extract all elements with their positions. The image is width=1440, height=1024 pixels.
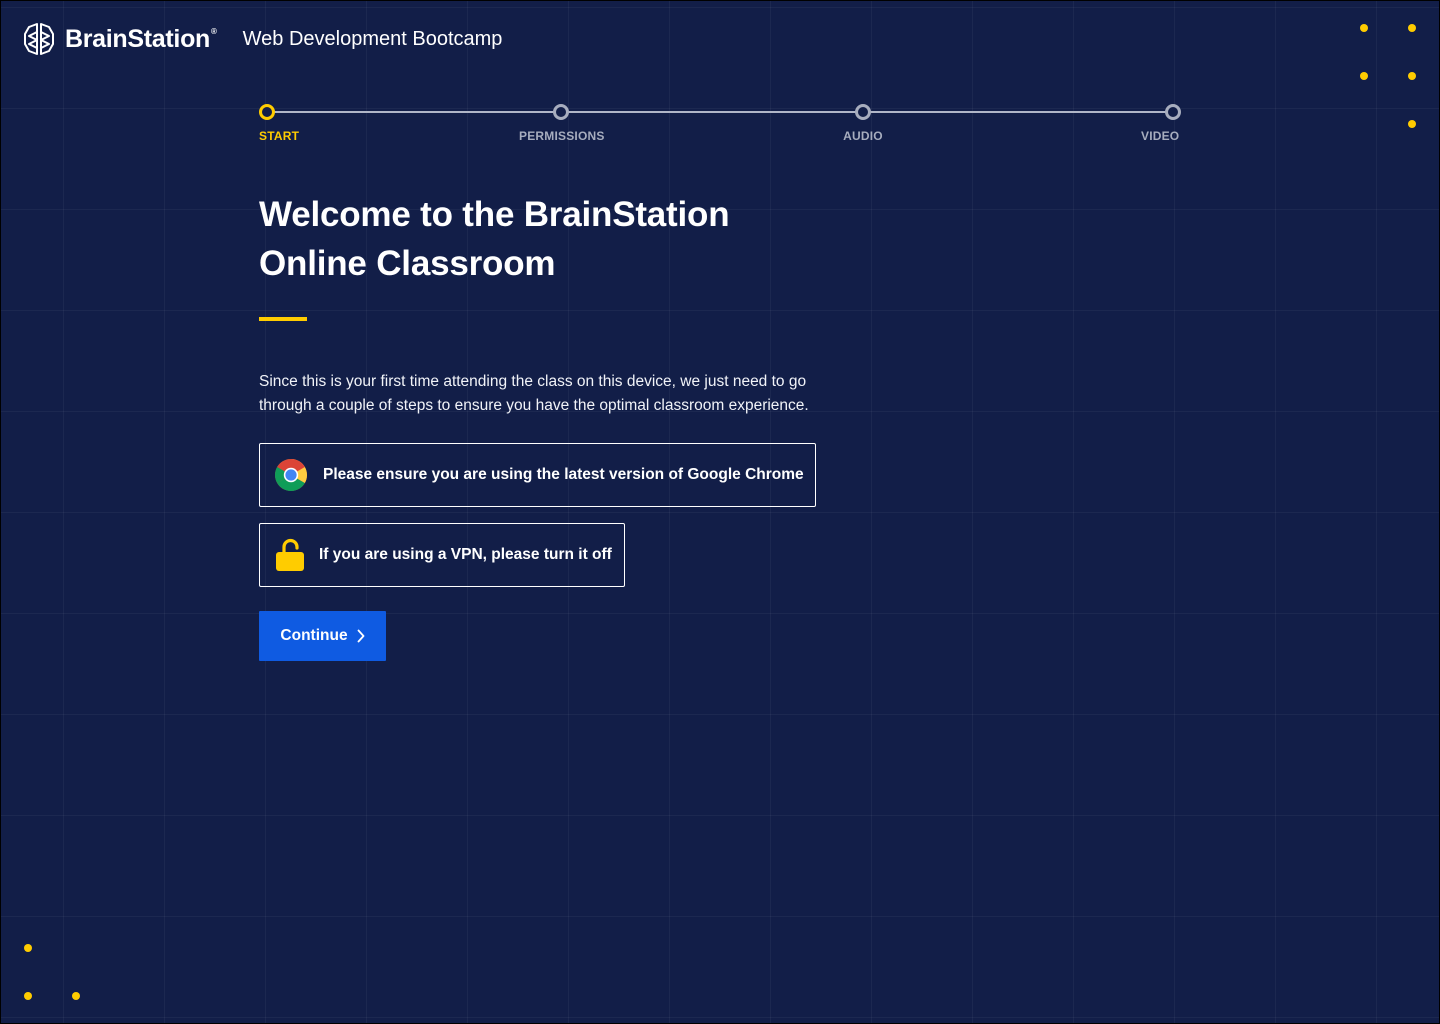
- title-accent-bar: [259, 317, 307, 321]
- decorative-dot: [1360, 72, 1368, 80]
- decorative-dot: [24, 944, 32, 952]
- header: BrainStation® Web Development Bootcamp: [23, 22, 502, 56]
- registered-mark: ®: [211, 26, 217, 36]
- vpn-notice-text: If you are using a VPN, please turn it o…: [319, 546, 612, 563]
- unlocked-padlock-icon: [275, 538, 305, 572]
- decorative-dot: [24, 992, 32, 1000]
- main-content: Welcome to the BrainStation Online Classr…: [259, 190, 839, 661]
- chrome-notice: Please ensure you are using the latest v…: [259, 443, 816, 507]
- step-indicator: [855, 104, 871, 120]
- chrome-icon: [275, 459, 307, 491]
- step-label: PERMISSIONS: [519, 129, 605, 143]
- step-label: AUDIO: [843, 129, 883, 143]
- program-title: Web Development Bootcamp: [242, 27, 503, 50]
- decorative-dot: [1408, 120, 1416, 128]
- step-label: START: [259, 129, 300, 143]
- step-indicator: [1165, 104, 1181, 120]
- intro-text: Since this is your first time attending …: [259, 373, 809, 414]
- step-indicator: [259, 104, 275, 120]
- decorative-dot: [1360, 24, 1368, 32]
- chevron-right-icon: [357, 629, 364, 643]
- decorative-dot: [72, 992, 80, 1000]
- step-label: VIDEO: [1141, 129, 1180, 143]
- brain-logo-icon: [24, 23, 54, 55]
- page-title-line-1: Welcome to the BrainStation: [259, 195, 730, 234]
- page-title-line-2: Online Classroom: [259, 244, 556, 283]
- stepper-track: [267, 111, 1173, 113]
- decorative-dot: [1408, 72, 1416, 80]
- page-title: Welcome to the BrainStation Online Classr…: [259, 190, 779, 288]
- continue-button-label: Continue: [280, 627, 348, 644]
- progress-stepper: START PERMISSIONS AUDIO VIDEO: [259, 104, 1181, 144]
- continue-button[interactable]: Continue: [259, 611, 386, 661]
- chrome-notice-text: Please ensure you are using the latest v…: [323, 466, 804, 483]
- decorative-dot: [1408, 24, 1416, 32]
- step-indicator: [553, 104, 569, 120]
- brainstation-logo[interactable]: BrainStation®: [23, 22, 217, 56]
- vpn-notice: If you are using a VPN, please turn it o…: [259, 523, 625, 587]
- brand-name: BrainStation: [65, 24, 211, 53]
